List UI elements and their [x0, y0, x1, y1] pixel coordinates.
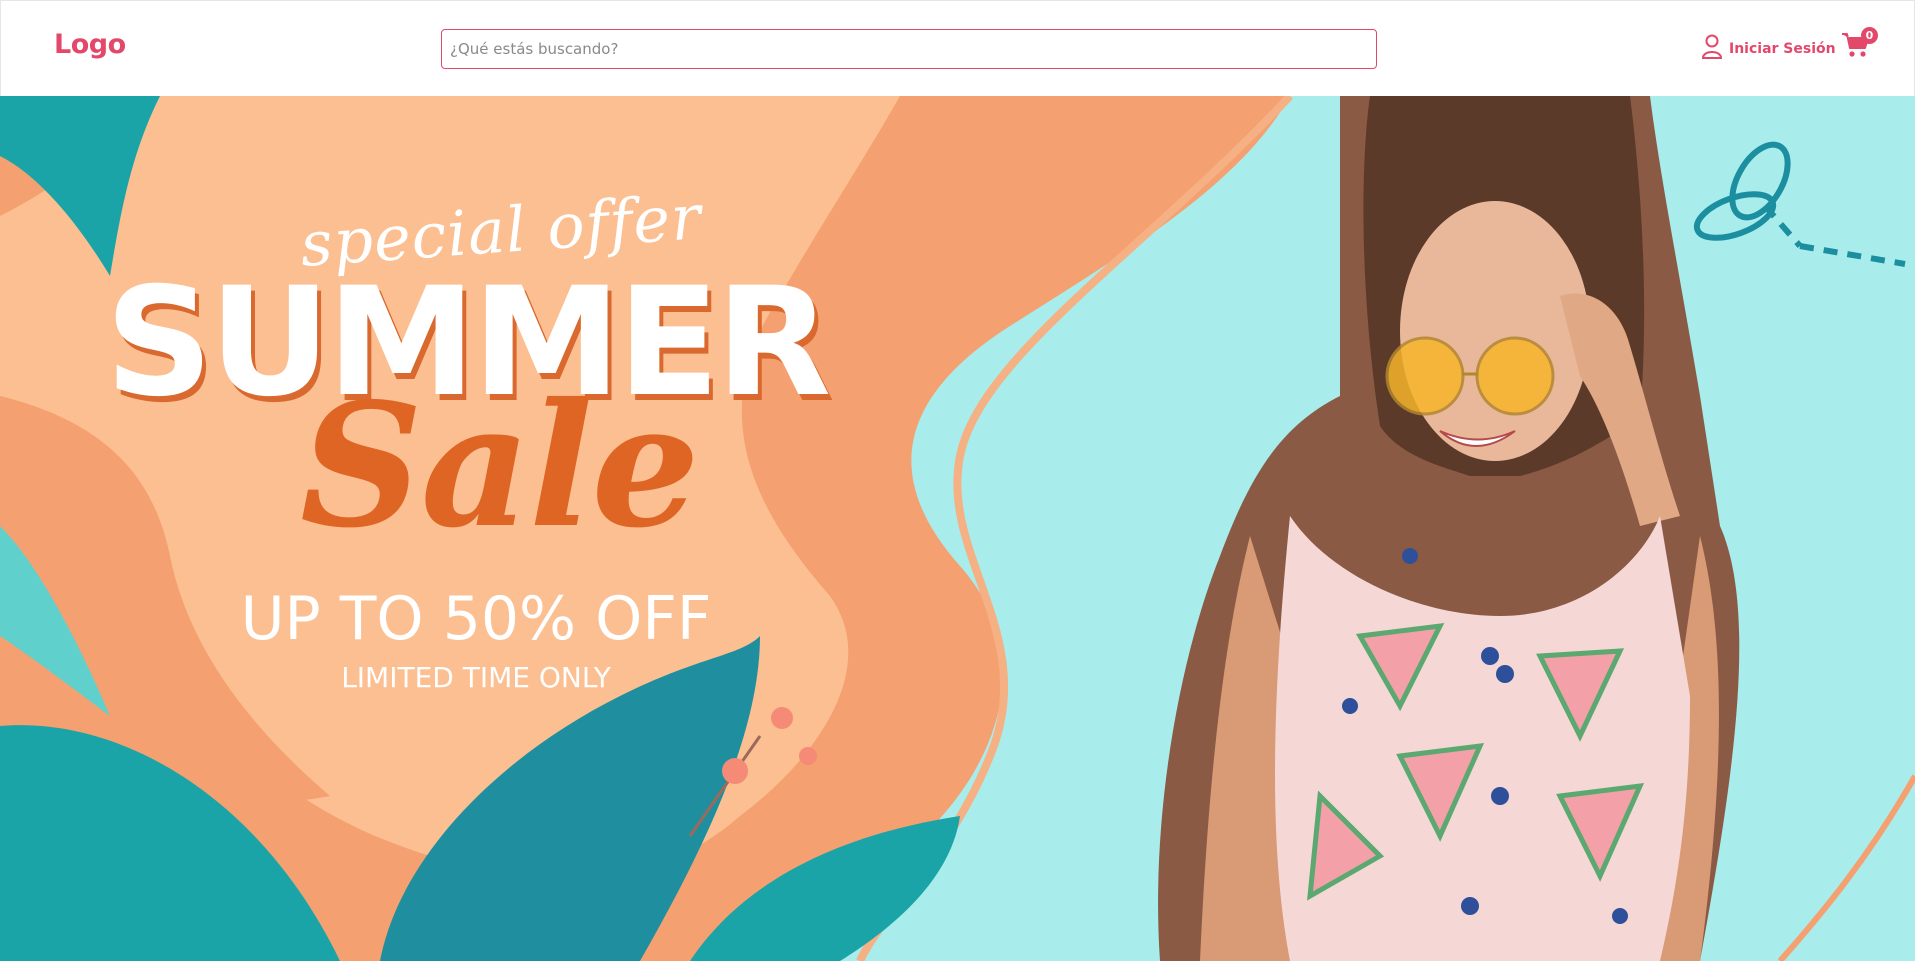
cart-button[interactable]: 0 [1841, 27, 1878, 63]
hero-illustration [0, 96, 1915, 961]
logo[interactable]: Logo [54, 29, 126, 60]
hero-banner[interactable]: special offer SUMMER Sale UP TO 50% OFF … [0, 96, 1915, 961]
discount-text: UP TO 50% OFF [240, 584, 712, 654]
login-label: Iniciar Sesión [1729, 41, 1836, 57]
cart-icon [1841, 33, 1871, 63]
search-input[interactable] [441, 29, 1377, 69]
login-button[interactable]: Iniciar Sesión [1701, 34, 1836, 64]
cart-count-badge: 0 [1861, 27, 1878, 44]
sale-text: Sale [300, 366, 700, 566]
limited-time-text: LIMITED TIME ONLY [341, 661, 611, 694]
user-icon [1701, 34, 1723, 64]
site-header: Logo Iniciar Sesión 0 [0, 0, 1915, 96]
